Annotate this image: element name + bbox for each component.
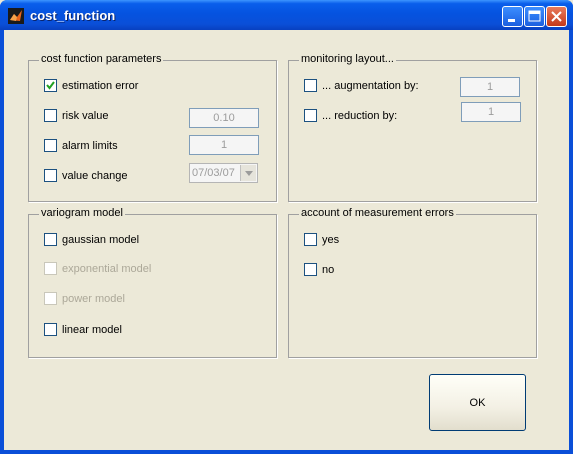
- close-button[interactable]: [546, 6, 567, 27]
- monitoring-title: monitoring layout...: [299, 53, 396, 65]
- augmentation-field[interactable]: 1: [460, 77, 520, 97]
- power-checkbox: [44, 292, 57, 305]
- chevron-down-icon: [244, 170, 253, 176]
- minimize-icon: [508, 19, 515, 22]
- measurement-title: account of measurement errors: [299, 207, 456, 219]
- risk-value-field[interactable]: 0.10: [189, 108, 259, 128]
- linear-checkbox[interactable]: [44, 323, 57, 336]
- risk-value-label: risk value: [62, 109, 109, 122]
- matlab-icon: [8, 8, 24, 24]
- minimize-button[interactable]: [502, 6, 523, 27]
- linear-label: linear model: [62, 323, 122, 336]
- maximize-icon: [528, 10, 541, 22]
- dropdown-arrow-button[interactable]: [240, 165, 256, 181]
- yes-label: yes: [322, 233, 340, 246]
- exponential-option: exponential model: [44, 262, 151, 275]
- reduction-label: ... reduction by:: [322, 109, 398, 122]
- estimation-error-option[interactable]: estimation error: [44, 79, 138, 92]
- alarm-limits-option[interactable]: alarm limits: [44, 139, 118, 152]
- exponential-label: exponential model: [62, 262, 152, 275]
- value-change-label: value change: [62, 169, 128, 182]
- value-change-selected: 07/03/07: [192, 167, 235, 179]
- value-change-checkbox[interactable]: [44, 169, 57, 182]
- reduction-option[interactable]: ... reduction by:: [304, 109, 397, 122]
- augmentation-option[interactable]: ... augmentation by:: [304, 79, 419, 92]
- client-area: cost function parameters estimation erro…: [4, 30, 569, 450]
- monitoring-panel: monitoring layout... ... augmentation by…: [288, 53, 537, 202]
- checkmark-icon: [46, 81, 55, 90]
- risk-value-option[interactable]: risk value: [44, 109, 108, 122]
- reduction-checkbox[interactable]: [304, 109, 317, 122]
- maximize-button[interactable]: [524, 6, 545, 27]
- no-checkbox[interactable]: [304, 263, 317, 276]
- value-change-select[interactable]: 07/03/07: [189, 163, 258, 183]
- estimation-error-checkbox[interactable]: [44, 79, 57, 92]
- window-title: cost_function: [30, 8, 116, 23]
- yes-option[interactable]: yes: [304, 233, 339, 246]
- exponential-checkbox: [44, 262, 57, 275]
- estimation-error-label: estimation error: [62, 79, 139, 92]
- alarm-limits-field[interactable]: 1: [189, 135, 259, 155]
- reduction-field[interactable]: 1: [461, 102, 521, 122]
- power-option: power model: [44, 292, 125, 305]
- augmentation-label: ... augmentation by:: [322, 79, 419, 92]
- yes-checkbox[interactable]: [304, 233, 317, 246]
- linear-option[interactable]: linear model: [44, 323, 122, 336]
- cost-params-panel: cost function parameters estimation erro…: [28, 53, 277, 202]
- gaussian-label: gaussian model: [62, 233, 140, 246]
- ok-button[interactable]: OK: [429, 374, 526, 431]
- alarm-limits-checkbox[interactable]: [44, 139, 57, 152]
- variogram-title: variogram model: [39, 207, 125, 219]
- alarm-limits-label: alarm limits: [62, 139, 118, 152]
- title-bar[interactable]: cost_function: [0, 0, 573, 30]
- gaussian-checkbox[interactable]: [44, 233, 57, 246]
- risk-value-checkbox[interactable]: [44, 109, 57, 122]
- measurement-panel: account of measurement errors yes no: [288, 207, 537, 358]
- variogram-panel: variogram model gaussian model exponenti…: [28, 207, 277, 358]
- dialog-window: cost_function cost function parameters e…: [0, 0, 573, 454]
- augmentation-checkbox[interactable]: [304, 79, 317, 92]
- power-label: power model: [62, 292, 125, 305]
- close-icon: [551, 11, 562, 22]
- no-label: no: [322, 263, 335, 276]
- gaussian-option[interactable]: gaussian model: [44, 233, 139, 246]
- cost-params-title: cost function parameters: [39, 53, 164, 65]
- value-change-option[interactable]: value change: [44, 169, 127, 182]
- no-option[interactable]: no: [304, 263, 334, 276]
